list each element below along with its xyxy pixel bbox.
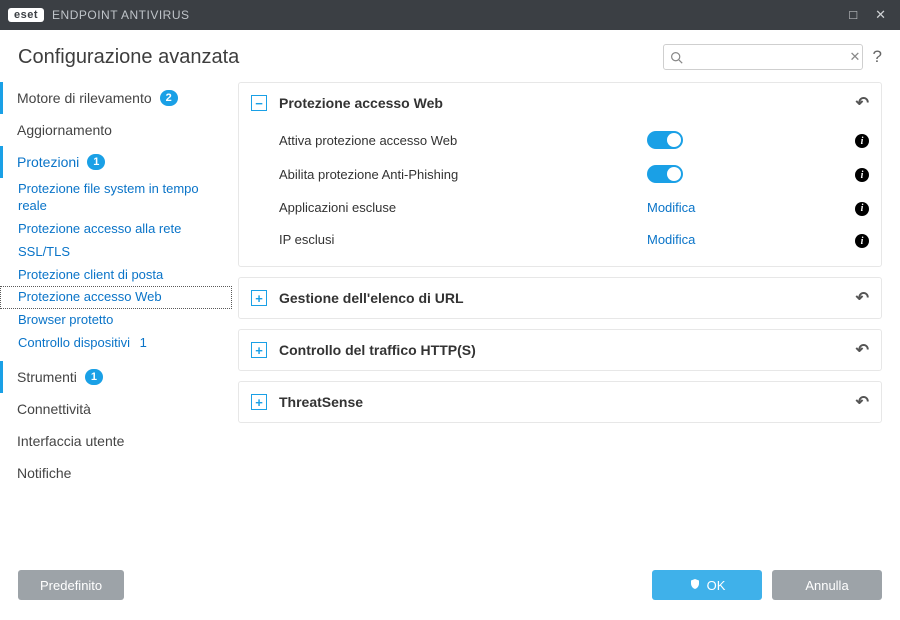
row-label: Applicazioni escluse bbox=[279, 200, 396, 215]
panel-header-threatsense[interactable]: + ThreatSense ↶ bbox=[239, 382, 881, 422]
sidebar-sub-web-access[interactable]: Protezione accesso Web bbox=[0, 286, 232, 309]
info-icon[interactable]: i bbox=[847, 199, 869, 216]
undo-icon[interactable]: ↶ bbox=[856, 93, 869, 113]
sidebar-item-label: Connettività bbox=[17, 401, 91, 417]
sidebar-item-label: Aggiornamento bbox=[17, 122, 112, 138]
sidebar-item-label: Controllo dispositivi bbox=[18, 335, 130, 350]
panel-title: ThreatSense bbox=[279, 394, 363, 410]
expand-icon[interactable]: + bbox=[251, 290, 267, 306]
undo-icon[interactable]: ↶ bbox=[856, 288, 869, 308]
sidebar-item-notifications[interactable]: Notifiche bbox=[0, 457, 232, 489]
panel-header-web[interactable]: − Protezione accesso Web ↶ bbox=[239, 83, 881, 123]
sidebar-item-label: Notifiche bbox=[17, 465, 71, 481]
sidebar-item-label: Strumenti bbox=[17, 369, 77, 385]
badge: 2 bbox=[160, 90, 178, 106]
edit-excluded-ips-link[interactable]: Modifica bbox=[647, 232, 695, 247]
content-area: − Protezione accesso Web ↶ Attiva protez… bbox=[232, 76, 900, 556]
sidebar-item-label: Protezioni bbox=[17, 154, 79, 170]
row-label: IP esclusi bbox=[279, 232, 334, 247]
sidebar-sub-realtime-fs[interactable]: Protezione file system in tempo reale bbox=[0, 178, 232, 218]
panel-threatsense: + ThreatSense ↶ bbox=[238, 381, 882, 423]
panel-url-management: + Gestione dell'elenco di URL ↶ bbox=[238, 277, 882, 319]
row-excluded-apps: Applicazioni escluse Modifica i bbox=[279, 191, 869, 224]
edit-excluded-apps-link[interactable]: Modifica bbox=[647, 200, 695, 215]
close-icon[interactable]: ✕ bbox=[875, 7, 886, 23]
footer: Predefinito OK Annulla bbox=[0, 556, 900, 614]
ok-label: OK bbox=[707, 578, 726, 593]
panel-header-https[interactable]: + Controllo del traffico HTTP(S) ↶ bbox=[239, 330, 881, 370]
toggle-enable-web[interactable] bbox=[647, 131, 683, 149]
row-label: Attiva protezione accesso Web bbox=[279, 133, 457, 148]
toggle-anti-phishing[interactable] bbox=[647, 165, 683, 183]
sidebar-item-label: Interfaccia utente bbox=[17, 433, 124, 449]
search-icon bbox=[670, 51, 683, 64]
header: Configurazione avanzata ✕ ? bbox=[0, 30, 900, 76]
row-label: Abilita protezione Anti-Phishing bbox=[279, 167, 458, 182]
sidebar-sub-ssltls[interactable]: SSL/TLS bbox=[0, 241, 232, 264]
help-button[interactable]: ? bbox=[873, 47, 882, 67]
sidebar-sub-device-control[interactable]: Controllo dispositivi 1 bbox=[0, 332, 232, 355]
panel-title: Gestione dell'elenco di URL bbox=[279, 290, 464, 306]
undo-icon[interactable]: ↶ bbox=[856, 340, 869, 360]
undo-icon[interactable]: ↶ bbox=[856, 392, 869, 412]
sidebar-sub-network[interactable]: Protezione accesso alla rete bbox=[0, 218, 232, 241]
clear-search-icon[interactable]: ✕ bbox=[850, 49, 861, 65]
brand-badge: eset bbox=[8, 8, 44, 22]
ok-button[interactable]: OK bbox=[652, 570, 762, 600]
badge: 1 bbox=[85, 369, 103, 385]
panel-title: Protezione accesso Web bbox=[279, 95, 443, 111]
panel-header-url[interactable]: + Gestione dell'elenco di URL ↶ bbox=[239, 278, 881, 318]
search-input[interactable] bbox=[689, 50, 844, 64]
info-icon[interactable]: i bbox=[847, 132, 869, 149]
info-icon[interactable]: i bbox=[847, 166, 869, 183]
default-button[interactable]: Predefinito bbox=[18, 570, 124, 600]
sidebar: Motore di rilevamento 2 Aggiornamento Pr… bbox=[0, 76, 232, 556]
window-controls: □ ✕ bbox=[849, 7, 892, 23]
panel-web-protection: − Protezione accesso Web ↶ Attiva protez… bbox=[238, 82, 882, 267]
badge: 1 bbox=[87, 154, 105, 170]
sidebar-sub-browser[interactable]: Browser protetto bbox=[0, 309, 232, 332]
badge: 1 bbox=[140, 335, 147, 352]
row-enable-web: Attiva protezione accesso Web i bbox=[279, 123, 869, 157]
row-excluded-ips: IP esclusi Modifica i bbox=[279, 224, 869, 257]
maximize-icon[interactable]: □ bbox=[849, 7, 857, 23]
sidebar-item-connectivity[interactable]: Connettività bbox=[0, 393, 232, 425]
info-icon[interactable]: i bbox=[847, 232, 869, 249]
sidebar-item-tools[interactable]: Strumenti 1 bbox=[0, 361, 232, 393]
expand-icon[interactable]: + bbox=[251, 342, 267, 358]
titlebar: eset ENDPOINT ANTIVIRUS □ ✕ bbox=[0, 0, 900, 30]
sidebar-item-update[interactable]: Aggiornamento bbox=[0, 114, 232, 146]
sidebar-item-protections[interactable]: Protezioni 1 bbox=[0, 146, 232, 178]
row-anti-phishing: Abilita protezione Anti-Phishing i bbox=[279, 157, 869, 191]
shield-icon bbox=[689, 578, 701, 593]
page-title: Configurazione avanzata bbox=[18, 46, 239, 69]
sidebar-item-detection[interactable]: Motore di rilevamento 2 bbox=[0, 82, 232, 114]
sidebar-item-ui[interactable]: Interfaccia utente bbox=[0, 425, 232, 457]
sidebar-item-label: Motore di rilevamento bbox=[17, 90, 152, 106]
search-box[interactable]: ✕ bbox=[663, 44, 863, 70]
sidebar-sub-mail[interactable]: Protezione client di posta bbox=[0, 264, 232, 287]
expand-icon[interactable]: + bbox=[251, 394, 267, 410]
brand-title: ENDPOINT ANTIVIRUS bbox=[52, 8, 189, 22]
collapse-icon[interactable]: − bbox=[251, 95, 267, 111]
panel-https-control: + Controllo del traffico HTTP(S) ↶ bbox=[238, 329, 882, 371]
cancel-button[interactable]: Annulla bbox=[772, 570, 882, 600]
panel-title: Controllo del traffico HTTP(S) bbox=[279, 342, 476, 358]
